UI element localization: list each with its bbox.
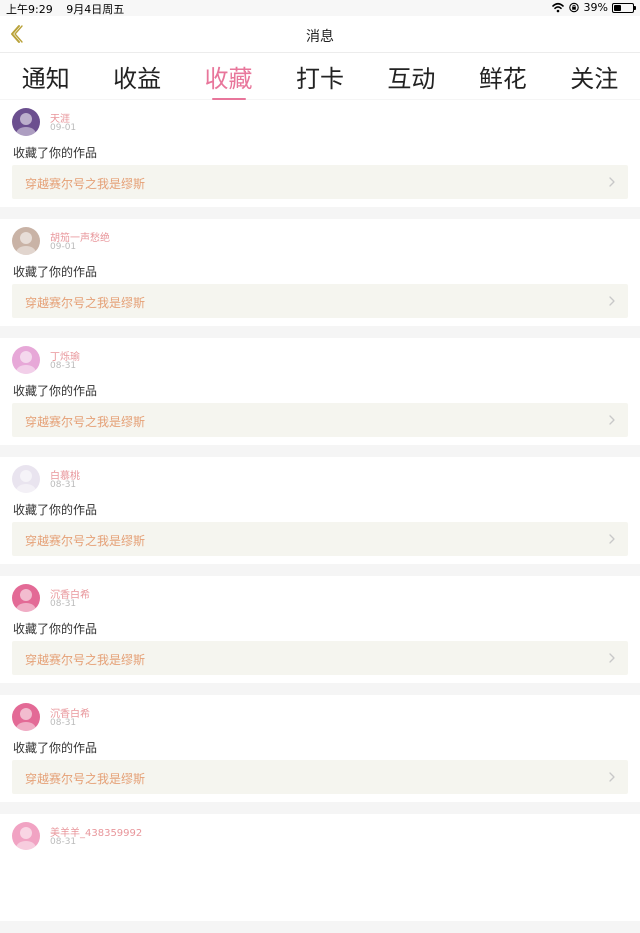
- notification-item: 沉香白希 08-31 收藏了你的作品 穿越赛尔号之我是缪斯: [0, 695, 640, 802]
- orientation-lock-icon: [568, 2, 579, 13]
- page-title: 消息: [306, 29, 334, 45]
- work-title: 穿越赛尔号之我是缪斯: [25, 653, 146, 667]
- work-title: 穿越赛尔号之我是缪斯: [25, 534, 146, 548]
- status-left: 上午9:29 9月4日周五: [6, 1, 124, 17]
- work-title: 穿越赛尔号之我是缪斯: [25, 772, 146, 786]
- chevron-right-icon: [609, 177, 615, 187]
- status-time: 上午9:29: [6, 3, 53, 16]
- notification-item: 沉香白希 08-31 收藏了你的作品 穿越赛尔号之我是缪斯: [0, 576, 640, 683]
- tab-bar: 通知 收益 收藏 打卡 互动 鲜花 关注: [0, 53, 640, 99]
- avatar[interactable]: [12, 108, 40, 136]
- avatar-image: [12, 584, 40, 612]
- tab-notice[interactable]: 通知: [22, 53, 70, 94]
- nav-bar: 消息: [0, 16, 640, 53]
- action-text: 收藏了你的作品: [13, 384, 98, 398]
- notification-date: 08-31: [50, 718, 77, 728]
- avatar-image: [12, 346, 40, 374]
- work-link[interactable]: 穿越赛尔号之我是缪斯: [12, 284, 628, 318]
- action-text: 收藏了你的作品: [13, 503, 98, 517]
- battery-fill: [614, 4, 621, 11]
- chevron-right-icon: [609, 653, 615, 663]
- action-text: 收藏了你的作品: [13, 146, 98, 160]
- avatar-image: [12, 822, 40, 850]
- battery-tip: [634, 5, 636, 10]
- work-link[interactable]: 穿越赛尔号之我是缪斯: [12, 522, 628, 556]
- notification-date: 08-31: [50, 837, 77, 847]
- action-text: 收藏了你的作品: [13, 622, 98, 636]
- notification-date: 09-01: [50, 123, 77, 133]
- tab-earnings[interactable]: 收益: [113, 53, 161, 94]
- chevron-right-icon: [609, 415, 615, 425]
- avatar-image: [12, 465, 40, 493]
- tab-interaction[interactable]: 互动: [387, 53, 435, 94]
- avatar-image: [12, 108, 40, 136]
- notification-date: 08-31: [50, 599, 77, 609]
- action-text: 收藏了你的作品: [13, 265, 98, 279]
- status-right: 39%: [551, 1, 636, 14]
- notification-item: 丁烁瑜 08-31 收藏了你的作品 穿越赛尔号之我是缪斯: [0, 338, 640, 445]
- chevron-right-icon: [609, 534, 615, 544]
- notification-item: 天涯 09-01 收藏了你的作品 穿越赛尔号之我是缪斯: [0, 100, 640, 207]
- notification-date: 09-01: [50, 242, 77, 252]
- tab-flowers[interactable]: 鲜花: [479, 53, 527, 94]
- avatar[interactable]: [12, 822, 40, 850]
- status-date: 9月4日周五: [66, 3, 125, 16]
- notification-date: 08-31: [50, 480, 77, 490]
- wifi-icon: [551, 2, 564, 13]
- notification-item: 胡笳一声愁绝 09-01 收藏了你的作品 穿越赛尔号之我是缪斯: [0, 219, 640, 326]
- notification-item: 美羊羊_438359992 08-31: [0, 814, 640, 921]
- tab-follow[interactable]: 关注: [570, 53, 618, 94]
- avatar-image: [12, 227, 40, 255]
- work-link[interactable]: 穿越赛尔号之我是缪斯: [12, 403, 628, 437]
- work-link[interactable]: 穿越赛尔号之我是缪斯: [12, 641, 628, 675]
- tab-favorites[interactable]: 收藏: [205, 53, 253, 94]
- action-text: 收藏了你的作品: [13, 741, 98, 755]
- battery-percent: 39%: [583, 1, 608, 14]
- avatar[interactable]: [12, 465, 40, 493]
- battery-icon: [612, 2, 636, 13]
- work-title: 穿越赛尔号之我是缪斯: [25, 296, 146, 310]
- avatar[interactable]: [12, 346, 40, 374]
- work-link[interactable]: 穿越赛尔号之我是缪斯: [12, 165, 628, 199]
- chevron-right-icon: [609, 296, 615, 306]
- avatar[interactable]: [12, 584, 40, 612]
- work-link[interactable]: 穿越赛尔号之我是缪斯: [12, 760, 628, 794]
- avatar[interactable]: [12, 703, 40, 731]
- work-title: 穿越赛尔号之我是缪斯: [25, 177, 146, 191]
- status-bar: 上午9:29 9月4日周五 39%: [0, 0, 640, 16]
- notification-item: 白慕桃 08-31 收藏了你的作品 穿越赛尔号之我是缪斯: [0, 457, 640, 564]
- notification-date: 08-31: [50, 361, 77, 371]
- avatar-image: [12, 703, 40, 731]
- chevron-right-icon: [609, 772, 615, 782]
- avatar[interactable]: [12, 227, 40, 255]
- tab-checkin[interactable]: 打卡: [296, 53, 344, 94]
- work-title: 穿越赛尔号之我是缪斯: [25, 415, 146, 429]
- notification-list: 天涯 09-01 收藏了你的作品 穿越赛尔号之我是缪斯 胡笳一声愁绝 09-01 收藏了你的…: [0, 100, 640, 933]
